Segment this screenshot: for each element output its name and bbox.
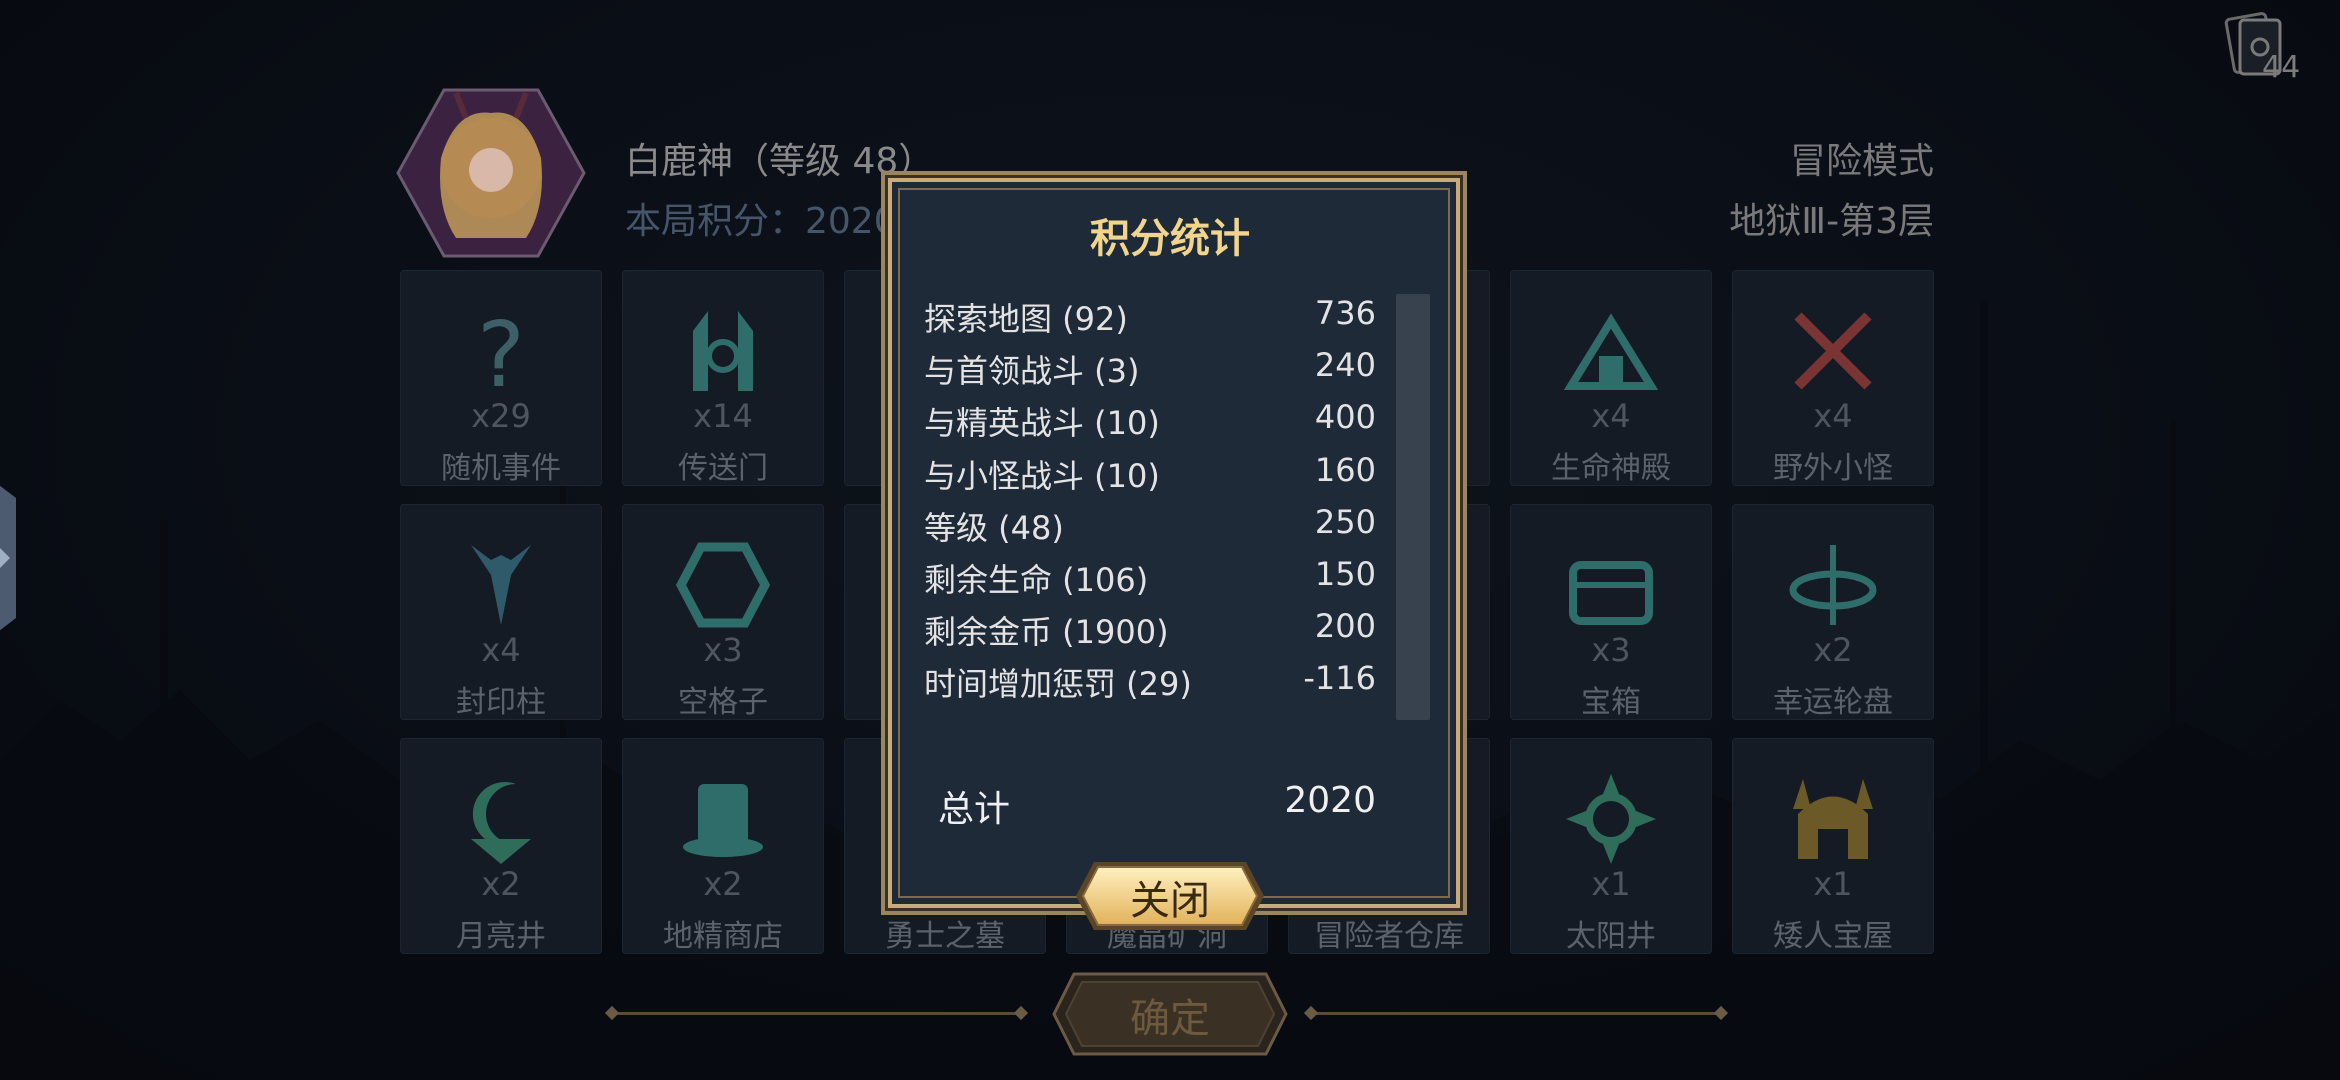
tile-count: x3	[1591, 631, 1631, 669]
tile-name: 随机事件	[441, 451, 561, 486]
tile-name: 矮人宝屋	[1773, 919, 1893, 954]
dialog-title: 积分统计	[1090, 216, 1250, 262]
tile-count: x4	[1813, 397, 1853, 435]
tile-name: 空格子	[678, 685, 768, 720]
score-row-label: 剩余金币 (1900)	[924, 613, 1169, 652]
tile-count: x14	[693, 397, 753, 435]
divider-right	[1310, 1012, 1722, 1015]
event-tile: x1 矮人宝屋	[1732, 738, 1934, 954]
tile-name: 太阳井	[1566, 919, 1656, 954]
event-tile: x2 地精商店	[622, 738, 824, 954]
treasure-chest-icon	[1569, 561, 1653, 625]
tile-name: 月亮井	[456, 919, 546, 954]
score-row-value: 200	[1314, 607, 1376, 646]
deck-count: 44	[2262, 50, 2301, 85]
dungeon-level: 地狱Ⅲ-第3层	[1729, 201, 1934, 242]
tile-name: 宝箱	[1581, 685, 1641, 720]
score-row-label: 与首领战斗 (3)	[924, 352, 1140, 391]
score-row-label: 与小怪战斗 (10)	[924, 456, 1160, 495]
hero-avatar	[396, 88, 586, 258]
score-row-label: 探索地图 (92)	[924, 300, 1128, 338]
tile-count: x4	[1591, 397, 1631, 435]
tile-count: x4	[481, 631, 521, 669]
dwarf-helmet-icon	[1793, 779, 1873, 859]
seal-pillar-icon	[471, 545, 531, 625]
score-row-value: 150	[1314, 555, 1376, 593]
temple-icon	[1563, 313, 1659, 390]
event-tile: ? x29 随机事件	[400, 270, 602, 486]
gnome-shop-icon	[683, 784, 763, 857]
tile-count: x1	[1591, 865, 1631, 903]
tile-count: x3	[703, 631, 743, 669]
tile-count: x2	[1813, 631, 1853, 669]
tile-name: 野外小怪	[1773, 451, 1893, 486]
confirm-button-label: 确定	[1130, 996, 1210, 1042]
event-tile: x1 太阳井	[1510, 738, 1712, 954]
event-tile: x3 空格子	[622, 504, 824, 720]
event-tile: x2 幸运轮盘	[1732, 504, 1934, 720]
score-row-label: 时间增加惩罚 (29)	[924, 665, 1192, 704]
portal-icon	[693, 311, 753, 391]
tile-name: 幸运轮盘	[1773, 685, 1893, 720]
score-row-value: 160	[1314, 450, 1376, 489]
total-label: 总计	[938, 789, 1011, 830]
score-row-value: 400	[1314, 398, 1376, 437]
scrollbar[interactable]	[1396, 294, 1430, 720]
wheel-icon	[1789, 545, 1877, 625]
tile-name: 传送门	[678, 451, 768, 486]
side-panel-arrow-icon[interactable]	[0, 478, 26, 638]
event-tile: x2 月亮井	[400, 738, 602, 954]
score-line: 本局积分：2020	[625, 201, 897, 242]
tile-name: 冒险者仓库	[1314, 919, 1464, 954]
score-row-label: 与精英战斗 (10)	[924, 404, 1160, 443]
divider-left	[612, 1012, 1024, 1015]
tile-name: 地精商店	[663, 919, 783, 954]
score-row-label: 剩余生命 (106)	[924, 561, 1149, 599]
score-row-value: 736	[1314, 294, 1376, 332]
tile-name: 封印柱	[456, 685, 546, 720]
tile-count: x29	[471, 397, 531, 435]
crossed-swords-icon	[1794, 312, 1872, 390]
tile-count: x2	[703, 865, 743, 903]
event-tile: x14 传送门	[622, 270, 824, 486]
sun-well-icon	[1566, 774, 1656, 864]
question-mark-icon: ?	[477, 303, 525, 401]
score-row-value: 240	[1314, 346, 1376, 385]
tile-count: x2	[481, 865, 521, 903]
tile-count: x1	[1813, 865, 1853, 903]
moon-well-icon	[471, 782, 531, 864]
score-row-value: 250	[1314, 502, 1376, 541]
hero-name: 白鹿神（等级 48）	[625, 141, 935, 182]
close-button-label: 关闭	[1130, 878, 1210, 924]
tile-name: 生命神殿	[1551, 451, 1671, 486]
hexagon-icon	[675, 542, 771, 628]
svg-text:?: ?	[477, 303, 525, 401]
score-row-label: 等级 (48)	[924, 508, 1064, 547]
game-mode: 冒险模式	[1789, 141, 1934, 182]
event-tile: x4 封印柱	[400, 504, 602, 720]
total-value: 2020	[1284, 780, 1376, 821]
score-row-value: -116	[1303, 659, 1376, 698]
event-tile: x4 野外小怪	[1732, 270, 1934, 486]
event-tile: x4 生命神殿	[1510, 270, 1712, 486]
event-tile: x3 宝箱	[1510, 504, 1712, 720]
tile-name: 勇士之墓	[885, 919, 1005, 954]
